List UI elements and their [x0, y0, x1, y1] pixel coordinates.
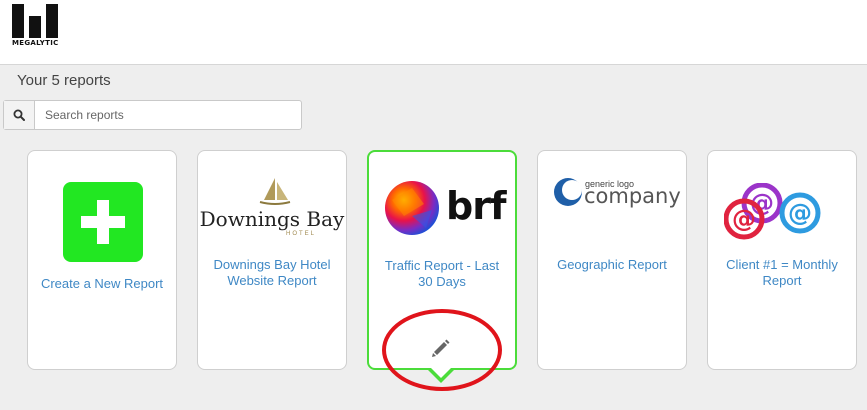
- sailboat-logo-icon: [259, 178, 291, 205]
- report-card-create-new[interactable]: Create a New Report: [27, 150, 177, 370]
- at-sign-icons: @ @ @: [724, 183, 821, 240]
- swoosh-logo-icon: [554, 178, 582, 206]
- plus-icon[interactable]: [63, 182, 143, 262]
- brf-logo-text: brf: [446, 184, 506, 228]
- svg-text:@: @: [788, 199, 812, 227]
- search-bar: [3, 100, 302, 130]
- company-logo-big: company: [584, 184, 681, 208]
- annotation-ring: [382, 309, 502, 391]
- report-title[interactable]: Geographic Report: [546, 257, 678, 273]
- svg-text:@: @: [732, 205, 756, 233]
- report-card-geographic[interactable]: generic logo company Geographic Report: [537, 150, 687, 370]
- report-card-client-monthly[interactable]: @ @ @ Client #1 = Monthly Report: [707, 150, 857, 370]
- report-title[interactable]: Downings Bay Hotel Website Report: [206, 257, 338, 289]
- search-button[interactable]: [4, 101, 35, 129]
- hotel-logo-name: Downings Bay: [199, 207, 345, 231]
- brand-name: MEGALYTIC: [12, 39, 59, 47]
- hotel-logo-subtitle: HOTEL: [286, 231, 317, 237]
- report-title[interactable]: Traffic Report - Last 30 Days: [377, 258, 507, 290]
- top-bar: MEGALYTIC: [0, 0, 867, 65]
- report-title[interactable]: Client #1 = Monthly Report: [716, 257, 848, 289]
- brf-sphere-icon: [385, 181, 439, 235]
- report-card-downings-bay[interactable]: Downings Bay HOTEL Downings Bay Hotel We…: [197, 150, 347, 370]
- search-input[interactable]: [36, 101, 300, 129]
- page-title: Your 5 reports: [17, 72, 111, 89]
- search-icon: [13, 109, 25, 121]
- report-title[interactable]: Create a New Report: [36, 276, 168, 292]
